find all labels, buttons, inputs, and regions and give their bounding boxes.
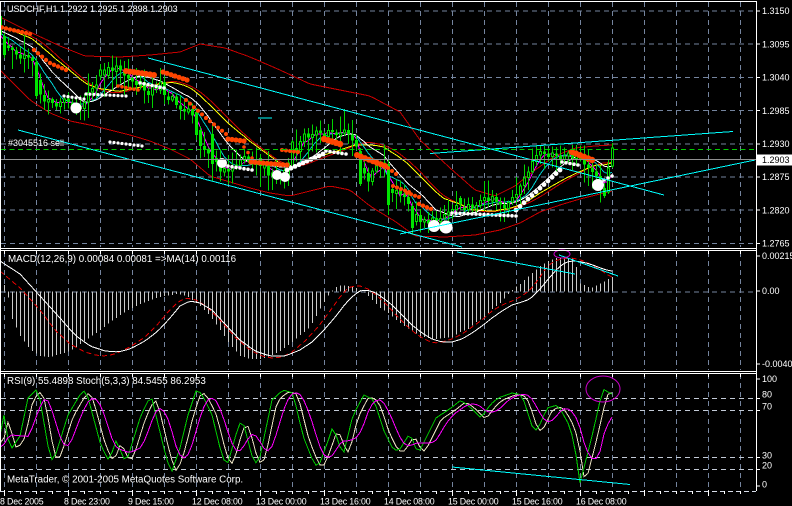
svg-text:16 Dec 08:00: 16 Dec 08:00 — [576, 497, 627, 506]
svg-text:30: 30 — [762, 451, 772, 461]
svg-text:1.2903: 1.2903 — [762, 155, 790, 165]
svg-text:RSI(9) 55.4898 Stoch(5,3,3) 8: RSI(9) 55.4898 Stoch(5,3,3) 84.5455 86.2… — [7, 376, 206, 387]
svg-text:15 Dec 00:00: 15 Dec 00:00 — [448, 497, 499, 506]
svg-text:MACD(12,26,9) 0.00084 0.00081: MACD(12,26,9) 0.00084 0.00081 =>MA(14) 0… — [8, 254, 237, 265]
svg-text:1.2930: 1.2930 — [762, 139, 790, 149]
svg-text:15 Dec 16:00: 15 Dec 16:00 — [512, 497, 563, 506]
svg-text:1.3150: 1.3150 — [762, 6, 790, 16]
svg-text:100: 100 — [762, 374, 777, 384]
svg-text:13 Dec 16:00: 13 Dec 16:00 — [320, 497, 371, 506]
svg-text:0.00215: 0.00215 — [762, 251, 792, 261]
svg-text:1.3040: 1.3040 — [762, 73, 790, 83]
svg-text:MetaTrader, © 2001-2005 MetaQu: MetaTrader, © 2001-2005 MetaQuotes Softw… — [7, 475, 243, 486]
svg-text:0: 0 — [762, 479, 767, 489]
svg-text:20: 20 — [762, 461, 772, 471]
svg-text:#3045516 sell: #3045516 sell — [8, 138, 64, 148]
svg-text:0.00: 0.00 — [762, 286, 780, 296]
svg-text:8 Dec 23:00: 8 Dec 23:00 — [64, 497, 110, 506]
svg-text:1.2820: 1.2820 — [762, 205, 790, 215]
svg-text:1.2765: 1.2765 — [762, 239, 790, 249]
svg-text:14 Dec 08:00: 14 Dec 08:00 — [384, 497, 435, 506]
svg-text:9 Dec 15:00: 9 Dec 15:00 — [128, 497, 174, 506]
svg-text:8 Dec 2005: 8 Dec 2005 — [0, 497, 44, 506]
svg-text:1.3095: 1.3095 — [762, 39, 790, 49]
svg-text:80: 80 — [762, 390, 772, 400]
svg-text:1.2985: 1.2985 — [762, 106, 790, 116]
svg-text:1.2875: 1.2875 — [762, 172, 790, 182]
svg-text:13 Dec 00:00: 13 Dec 00:00 — [256, 497, 307, 506]
svg-text:USDCHF,H1 1.2922 1.2925 1.289: USDCHF,H1 1.2922 1.2925 1.2898 1.2903 — [7, 4, 178, 14]
svg-text:70: 70 — [762, 402, 772, 412]
svg-text:12 Dec 08:00: 12 Dec 08:00 — [192, 497, 243, 506]
svg-text:-0.00400: -0.00400 — [762, 359, 792, 369]
